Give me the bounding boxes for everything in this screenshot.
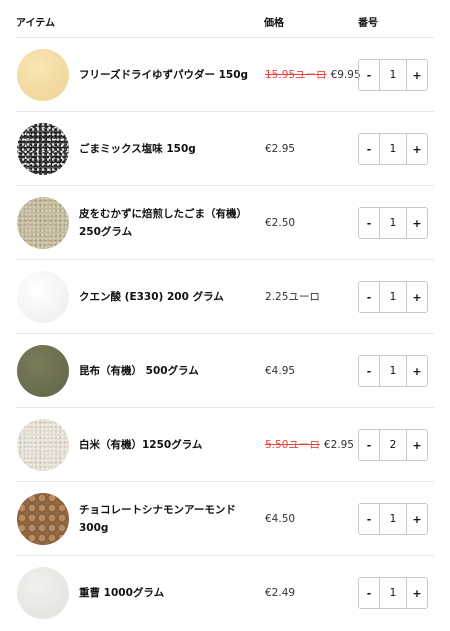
product-name[interactable]: クエン酸 (E330) 200 グラム — [79, 260, 259, 333]
product-price: €2.95 — [265, 112, 295, 185]
column-header-quantity: 番号 — [358, 18, 378, 29]
cart-row: 重曹 1000グラム €2.49 - 1 + — [16, 556, 434, 630]
increase-quantity-button[interactable]: + — [407, 60, 427, 90]
quantity-input[interactable]: 1 — [379, 504, 407, 534]
product-name[interactable]: 白米（有機）1250グラム — [79, 408, 259, 481]
increase-quantity-button[interactable]: + — [407, 578, 427, 608]
cart-row: 昆布（有機） 500グラム €4.95 - 1 + — [16, 334, 434, 408]
increase-quantity-button[interactable]: + — [407, 282, 427, 312]
decrease-quantity-button[interactable]: - — [359, 504, 379, 534]
column-header-price: 価格 — [264, 18, 284, 29]
product-price: €2.50 — [265, 186, 295, 259]
sale-price: €2.95 — [323, 438, 354, 451]
sale-price: €9.95 — [330, 68, 361, 81]
original-price: 15.95ユーロ — [265, 69, 327, 81]
increase-quantity-button[interactable]: + — [407, 430, 427, 460]
quantity-input[interactable]: 1 — [379, 134, 407, 164]
product-price: 5.50ユーロ €2.95 — [265, 408, 354, 481]
product-image[interactable] — [17, 49, 69, 101]
product-image[interactable] — [17, 197, 69, 249]
increase-quantity-button[interactable]: + — [407, 208, 427, 238]
product-image[interactable] — [17, 493, 69, 545]
cart-row: チョコレートシナモンアーモンド 300g €4.50 - 1 + — [16, 482, 434, 556]
decrease-quantity-button[interactable]: - — [359, 60, 379, 90]
product-name[interactable]: フリーズドライゆずパウダー 150g — [79, 38, 259, 111]
quantity-stepper: - 1 + — [358, 59, 428, 91]
product-name[interactable]: 皮をむかずに焙煎したごま（有機） 250グラム — [79, 186, 259, 259]
product-price: 15.95ユーロ €9.95 — [265, 38, 361, 111]
product-price: €4.50 — [265, 482, 295, 555]
cart-items-list: フリーズドライゆずパウダー 150g 15.95ユーロ €9.95 - 1 + … — [16, 38, 434, 630]
quantity-stepper: - 1 + — [358, 577, 428, 609]
decrease-quantity-button[interactable]: - — [359, 134, 379, 164]
price-value: €4.95 — [265, 364, 296, 377]
product-price: 2.25ユーロ — [265, 260, 320, 333]
cart-row: クエン酸 (E330) 200 グラム 2.25ユーロ - 1 + — [16, 260, 434, 334]
decrease-quantity-button[interactable]: - — [359, 208, 379, 238]
product-image[interactable] — [17, 123, 69, 175]
cart-row: フリーズドライゆずパウダー 150g 15.95ユーロ €9.95 - 1 + — [16, 38, 434, 112]
product-name[interactable]: 重曹 1000グラム — [79, 556, 259, 629]
quantity-stepper: - 2 + — [358, 429, 428, 461]
quantity-stepper: - 1 + — [358, 133, 428, 165]
quantity-stepper: - 1 + — [358, 281, 428, 313]
product-name[interactable]: チョコレートシナモンアーモンド 300g — [79, 482, 259, 555]
cart-row: ごまミックス塩味 150g €2.95 - 1 + — [16, 112, 434, 186]
price-value: 2.25ユーロ — [265, 291, 320, 303]
product-image[interactable] — [17, 271, 69, 323]
price-value: €2.50 — [265, 216, 296, 229]
quantity-input[interactable]: 1 — [379, 356, 407, 386]
quantity-input[interactable]: 2 — [379, 430, 407, 460]
quantity-input[interactable]: 1 — [379, 282, 407, 312]
price-value: €4.50 — [265, 512, 296, 525]
product-price: €2.49 — [265, 556, 295, 629]
cart-row: 皮をむかずに焙煎したごま（有機） 250グラム €2.50 - 1 + — [16, 186, 434, 260]
increase-quantity-button[interactable]: + — [407, 134, 427, 164]
price-value: €2.49 — [265, 586, 296, 599]
column-header-item: アイテム — [16, 18, 55, 29]
quantity-input[interactable]: 1 — [379, 578, 407, 608]
product-image[interactable] — [17, 567, 69, 619]
increase-quantity-button[interactable]: + — [407, 504, 427, 534]
price-value: €2.95 — [265, 142, 296, 155]
product-image[interactable] — [17, 419, 69, 471]
quantity-stepper: - 1 + — [358, 355, 428, 387]
product-name[interactable]: 昆布（有機） 500グラム — [79, 334, 259, 407]
decrease-quantity-button[interactable]: - — [359, 282, 379, 312]
quantity-stepper: - 1 + — [358, 503, 428, 535]
decrease-quantity-button[interactable]: - — [359, 430, 379, 460]
product-price: €4.95 — [265, 334, 295, 407]
quantity-input[interactable]: 1 — [379, 208, 407, 238]
quantity-input[interactable]: 1 — [379, 60, 407, 90]
quantity-stepper: - 1 + — [358, 207, 428, 239]
product-image[interactable] — [17, 345, 69, 397]
increase-quantity-button[interactable]: + — [407, 356, 427, 386]
decrease-quantity-button[interactable]: - — [359, 356, 379, 386]
original-price: 5.50ユーロ — [265, 439, 320, 451]
cart-header: アイテム 価格 番号 — [16, 0, 434, 38]
decrease-quantity-button[interactable]: - — [359, 578, 379, 608]
cart-row: 白米（有機）1250グラム 5.50ユーロ €2.95 - 2 + — [16, 408, 434, 482]
product-name[interactable]: ごまミックス塩味 150g — [79, 112, 259, 185]
